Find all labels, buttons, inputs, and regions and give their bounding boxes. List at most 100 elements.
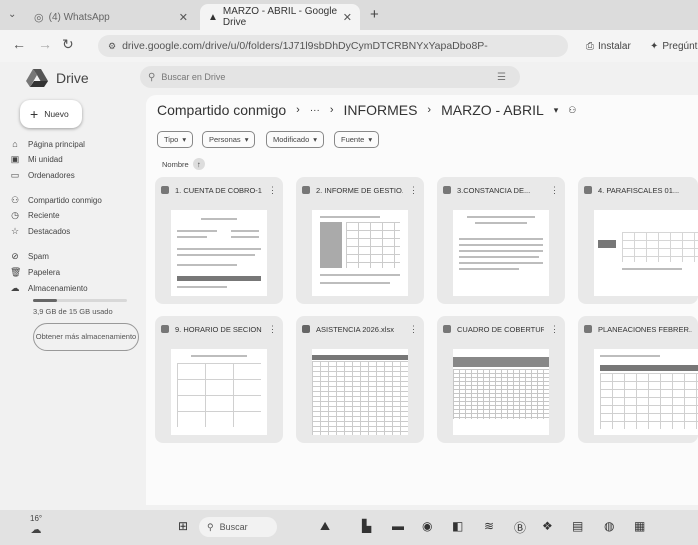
more-options-icon[interactable]: ⋮ <box>550 185 559 196</box>
filter-modified[interactable]: Modificado ▾ <box>266 131 325 148</box>
tab-drive[interactable]: ▲ MARZO - ABRIL - Google Drive ✕ <box>200 4 360 30</box>
taskbar-search[interactable]: ⚲ Buscar <box>199 517 277 537</box>
app-icon[interactable]: ◧ <box>452 519 463 535</box>
chrome-icon[interactable]: ◉ <box>422 519 432 535</box>
wifi-app-icon[interactable]: ≋ <box>484 519 494 535</box>
sort-arrow-up-icon[interactable]: ↑ <box>192 158 205 170</box>
back-arrow-icon[interactable]: ← <box>12 36 26 52</box>
sidebar-item-starred[interactable]: ☆ Destacados <box>10 226 70 237</box>
widgets-icon[interactable]: ⛰ <box>320 519 330 535</box>
more-options-icon[interactable]: ⋮ <box>550 324 559 335</box>
filter-source[interactable]: Fuente ▾ <box>334 131 380 148</box>
file-card[interactable]: PLANEACIONES FEBRER... <box>578 316 698 443</box>
filter-label: Tipo <box>164 135 179 144</box>
chevron-right-icon: › <box>296 104 300 116</box>
breadcrumb-current[interactable]: MARZO - ABRIL <box>441 102 544 118</box>
tab-search-chevron-icon[interactable]: ⌄ <box>8 9 16 20</box>
drive-search-input[interactable]: ⚲ Buscar en Drive ☰ <box>140 66 520 88</box>
sidebar-item-trash[interactable]: 🗑 Papelera <box>10 267 60 278</box>
tab-whatsapp[interactable]: ◎ (4) WhatsApp ✕ <box>26 4 196 30</box>
sidebar-item-label: Destacados <box>28 227 71 236</box>
chevron-down-icon: ▾ <box>313 135 318 144</box>
more-options-icon[interactable]: ⋮ <box>409 324 418 335</box>
sidebar-item-recent[interactable]: ◷ Reciente <box>10 210 60 221</box>
close-tab-icon[interactable]: ✕ <box>343 11 352 24</box>
dropbox-icon[interactable]: ❖ <box>542 519 553 535</box>
file-title: ASISTENCIA 2026.xlsx <box>316 324 394 334</box>
sort-control[interactable]: Nombre ↑ <box>162 158 205 170</box>
file-explorer-icon[interactable]: ▬ <box>392 519 404 535</box>
file-title: CUADRO DE COBERTUR... <box>457 324 544 334</box>
breadcrumb-root[interactable]: Compartido conmigo <box>157 102 286 118</box>
file-thumbnail <box>171 349 267 435</box>
sidebar-item-label: Mi unidad <box>28 155 63 164</box>
breadcrumb: Compartido conmigo › ··· › INFORMES › MA… <box>157 102 576 118</box>
drive-logo[interactable]: Drive <box>26 69 89 87</box>
new-button[interactable]: + Nuevo <box>20 100 82 128</box>
b-app-icon[interactable]: Ⓑ <box>514 519 526 535</box>
file-thumbnail <box>594 349 698 435</box>
trash-icon: 🗑 <box>10 267 22 277</box>
drive-logo-icon <box>26 69 48 87</box>
cloud-icon: ☁ <box>10 283 20 293</box>
install-button[interactable]: ⎙ Instalar <box>586 36 631 56</box>
sidebar-item-shared[interactable]: ⚇ Compartido conmigo <box>10 195 102 206</box>
breadcrumb-parent[interactable]: INFORMES <box>344 102 418 118</box>
chevron-down-icon: ▾ <box>244 135 249 144</box>
file-title: 4. PARAFISCALES 01... <box>598 185 680 195</box>
sidebar-item-spam[interactable]: ⊘ Spam <box>10 251 49 262</box>
site-info-icon[interactable]: ⚙ <box>108 41 116 52</box>
file-card[interactable]: 4. PARAFISCALES 01... <box>578 177 698 304</box>
more-options-icon[interactable]: ⋮ <box>409 185 418 196</box>
chevron-right-icon: › <box>329 104 334 116</box>
app-tile-icon[interactable]: ▦ <box>634 519 645 535</box>
filter-type[interactable]: Tipo ▾ <box>157 131 194 148</box>
pdf-file-icon <box>443 325 451 333</box>
file-title: 3.CONSTANCIA DE... <box>457 185 531 195</box>
sidebar-item-my-drive[interactable]: ▣ Mi unidad <box>10 154 63 165</box>
reload-icon[interactable]: ↻ <box>62 36 74 53</box>
new-tab-button[interactable]: + <box>370 6 379 23</box>
word-icon[interactable]: ▤ <box>572 519 583 535</box>
sidebar-item-storage[interactable]: ☁ Almacenamiento <box>10 283 88 294</box>
taskbar <box>0 510 698 545</box>
ask-button[interactable]: ✦ Pregúnt <box>650 36 697 56</box>
sidebar-item-label: Página principal <box>28 139 85 149</box>
file-card[interactable]: CUADRO DE COBERTUR... ⋮ <box>437 316 565 443</box>
file-card[interactable]: 2. INFORME DE GESTIO... ⋮ <box>296 177 424 304</box>
get-more-storage-button[interactable]: Obtener más almacenamiento <box>33 323 139 351</box>
shared-icon: ⚇ <box>10 195 20 205</box>
file-card[interactable]: 9. HORARIO DE SECION... ⋮ <box>155 316 283 443</box>
address-bar[interactable]: ⚙ drive.google.com/drive/u/0/folders/1J7… <box>98 35 568 57</box>
sidebar-item-computers[interactable]: ▭ Ordenadores <box>10 170 75 181</box>
ask-label: Pregúnt <box>662 40 698 52</box>
start-menu-icon[interactable]: ⊞ <box>178 519 188 535</box>
weather-widget[interactable]: 16° ☁ <box>30 514 42 536</box>
storage-usage-text: 3,9 GB de 15 GB usado <box>33 307 113 316</box>
search-options-icon[interactable]: ☰ <box>497 72 506 83</box>
close-tab-icon[interactable]: ✕ <box>179 11 188 24</box>
weather-icon: ☁ <box>30 524 42 536</box>
app-circle-icon[interactable]: ◍ <box>604 519 614 535</box>
image-file-icon <box>584 186 592 194</box>
install-icon: ⎙ <box>586 40 594 52</box>
filter-people[interactable]: Personas ▾ <box>202 131 256 148</box>
new-button-label: Nuevo <box>44 109 69 119</box>
chevron-down-icon[interactable]: ▾ <box>554 105 559 116</box>
file-card[interactable]: 3.CONSTANCIA DE... ⋮ <box>437 177 565 304</box>
file-card[interactable]: 1. CUENTA DE COBRO-1-... ⋮ <box>155 177 283 304</box>
more-options-icon[interactable]: ⋮ <box>268 324 277 335</box>
drive-favicon-icon: ▲ <box>208 11 218 23</box>
breadcrumb-ellipsis[interactable]: ··· <box>310 105 320 116</box>
search-icon: ⚲ <box>148 71 156 83</box>
sidebar-item-label: Almacenamiento <box>28 284 88 293</box>
sidebar-item-label: Reciente <box>28 211 60 220</box>
more-options-icon[interactable]: ⋮ <box>268 185 277 196</box>
task-view-icon[interactable]: ▙ <box>362 519 371 535</box>
file-card[interactable]: ASISTENCIA 2026.xlsx ⋮ <box>296 316 424 443</box>
sidebar-item-home[interactable]: ⌂ Página principal <box>10 139 85 149</box>
file-thumbnail <box>312 210 408 296</box>
pdf-file-icon <box>584 325 592 333</box>
search-icon: ⚲ <box>207 521 214 532</box>
forward-arrow-icon[interactable]: → <box>38 36 52 52</box>
